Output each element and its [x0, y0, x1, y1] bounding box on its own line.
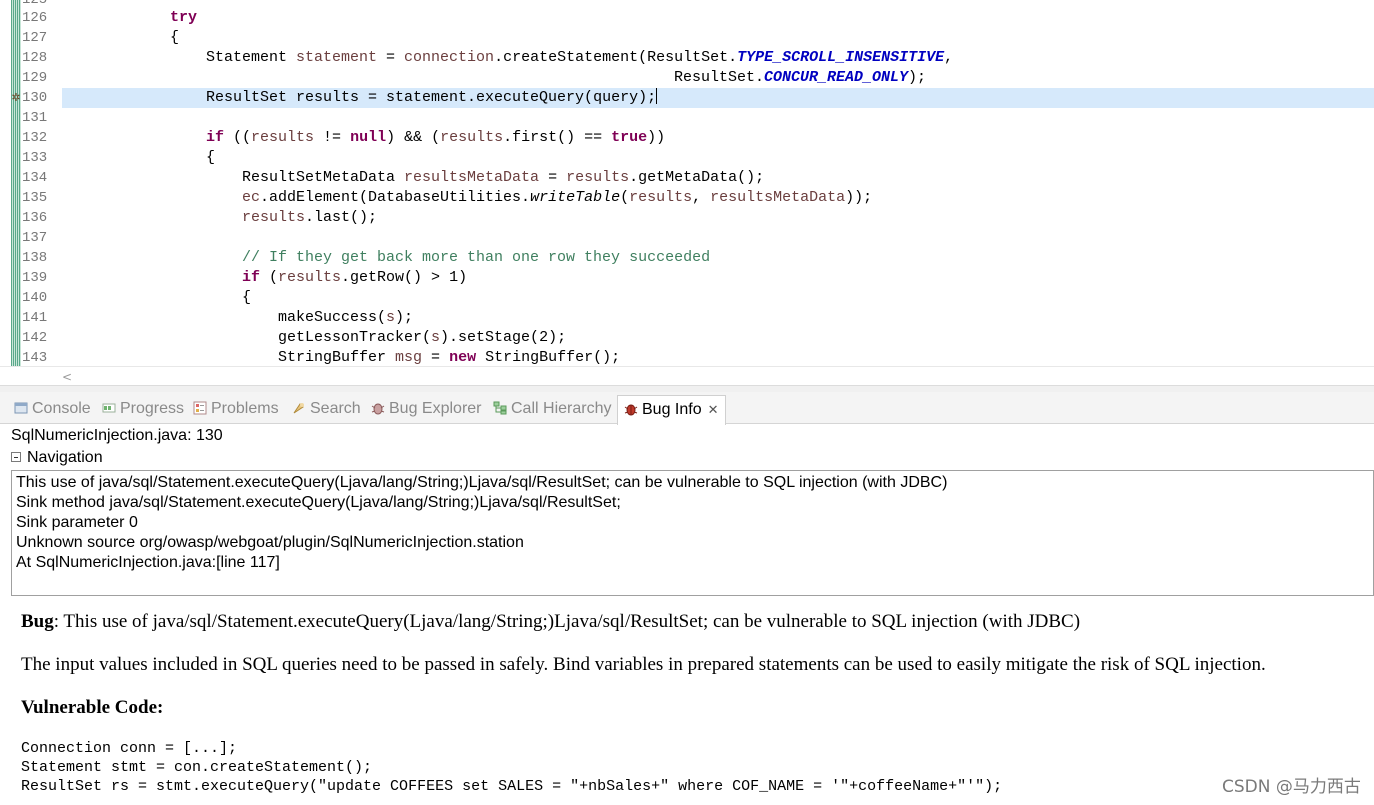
console-icon [14, 402, 28, 414]
code-line-140: { [242, 289, 252, 306]
navigation-item[interactable]: This use of java/sql/Statement.executeQu… [16, 473, 947, 493]
code-line-127: { [170, 29, 180, 46]
line-number: 139 [22, 270, 48, 286]
vulnerable-code-line: Statement stmt = con.createStatement(); [21, 759, 373, 776]
line-number-current: 130 [22, 90, 48, 106]
bug-info-icon [624, 404, 638, 416]
tab-bug-info[interactable]: Bug Info ✕ [617, 395, 726, 425]
code-line-132: if ((results != null) && (results.first(… [206, 129, 666, 146]
tab-label: Problems [211, 400, 279, 417]
line-number: 126 [22, 10, 48, 26]
tab-bug-explorer[interactable]: Bug Explorer [371, 397, 482, 423]
tab-label: Bug Info [642, 401, 702, 418]
vulnerable-code-line: ResultSet rs = stmt.executeQuery("update… [21, 778, 1003, 795]
bug-label: Bug [21, 611, 54, 632]
bug-marker-icon[interactable]: ✲ [10, 90, 22, 106]
code-line-134: ResultSetMetaData resultsMetaData = resu… [242, 169, 765, 186]
vulnerable-code-line: Connection conn = [...]; [21, 740, 238, 757]
text-cursor [656, 88, 658, 104]
line-number: 138 [22, 250, 48, 266]
tab-progress[interactable]: Progress [102, 397, 184, 423]
code-line-133: { [206, 149, 216, 166]
navigation-item[interactable]: Sink parameter 0 [16, 513, 138, 533]
close-icon[interactable]: ✕ [708, 402, 719, 417]
tab-label: Bug Explorer [389, 400, 482, 417]
line-number: 134 [22, 170, 48, 186]
code-line-126: try [170, 9, 198, 26]
code-line-135: ec.addElement(DatabaseUtilities.writeTab… [242, 189, 873, 206]
tab-call-hierarchy[interactable]: Call Hierarchy [493, 397, 611, 423]
scroll-left-arrow-icon[interactable]: < [62, 368, 72, 386]
code-line-128: Statement statement = connection.createS… [206, 49, 954, 66]
line-number: 132 [22, 130, 48, 146]
search-icon [293, 403, 304, 414]
line-number: 142 [22, 330, 48, 346]
tab-console[interactable]: Console [14, 397, 91, 423]
tab-label: Console [32, 400, 91, 417]
line-number: 137 [22, 230, 48, 246]
horizontal-scrollbar[interactable]: < [0, 366, 1374, 386]
change-ruler [11, 0, 21, 366]
code-line-141: makeSuccess(s); [278, 309, 414, 326]
navigation-item[interactable]: Sink method java/sql/Statement.executeQu… [16, 493, 621, 513]
code-line-129: ResultSet.CONCUR_READ_ONLY); [674, 69, 927, 86]
tab-label: Call Hierarchy [511, 400, 612, 417]
code-line-143: StringBuffer msg = new StringBuffer(); [278, 349, 621, 366]
problems-icon [193, 401, 207, 415]
call-hierarchy-icon [493, 401, 507, 415]
line-number: 143 [22, 350, 48, 366]
code-line-142: getLessonTracker(s).setStage(2); [278, 329, 567, 346]
tab-label: Search [310, 400, 361, 417]
navigation-section-header[interactable]: Navigation [11, 448, 1374, 470]
line-number: 128 [22, 50, 48, 66]
navigation-item[interactable]: Unknown source org/owasp/webgoat/plugin/… [16, 533, 524, 553]
bug-summary-text: : This use of java/sql/Statement.execute… [53, 611, 1081, 632]
line-number: 129 [22, 70, 48, 86]
line-number: 131 [22, 110, 48, 126]
navigation-list: This use of java/sql/Statement.executeQu… [11, 470, 1374, 596]
tab-label: Progress [120, 400, 185, 417]
bug-explorer-icon [371, 403, 385, 415]
watermark: CSDN @马力西古 [1222, 777, 1361, 797]
tab-search[interactable]: Search [292, 397, 361, 423]
tab-problems[interactable]: Problems [193, 397, 279, 423]
navigation-label: Navigation [27, 449, 103, 466]
line-number: 127 [22, 30, 48, 46]
line-number: 133 [22, 150, 48, 166]
line-number: 141 [22, 310, 48, 326]
vulnerable-code-heading: Vulnerable Code: [21, 697, 164, 718]
progress-icon [102, 403, 116, 413]
bug-summary: Bug: This use of java/sql/Statement.exec… [21, 610, 1080, 634]
code-line-130-current[interactable]: ResultSet results = statement.executeQue… [62, 88, 1374, 108]
navigation-item[interactable]: At SqlNumericInjection.java:[line 117] [16, 553, 280, 573]
bug-location: SqlNumericInjection.java: 130 [11, 427, 223, 444]
view-tab-bar: Console Progress Problems Search Bug Exp… [0, 392, 1374, 425]
line-number: 135 [22, 190, 48, 206]
bug-explanation: The input values included in SQL queries… [21, 654, 1266, 675]
code-line-138: // If they get back more than one row th… [242, 249, 711, 266]
collapse-toggle-icon[interactable] [11, 452, 21, 462]
code-line-136: results.last(); [242, 209, 378, 226]
code-editor[interactable]: 125 126 127 128 129 130 131 132 133 134 … [0, 0, 1374, 366]
line-number: 136 [22, 210, 48, 226]
line-number: 140 [22, 290, 48, 306]
code-line-139: if (results.getRow() > 1) [242, 269, 468, 286]
